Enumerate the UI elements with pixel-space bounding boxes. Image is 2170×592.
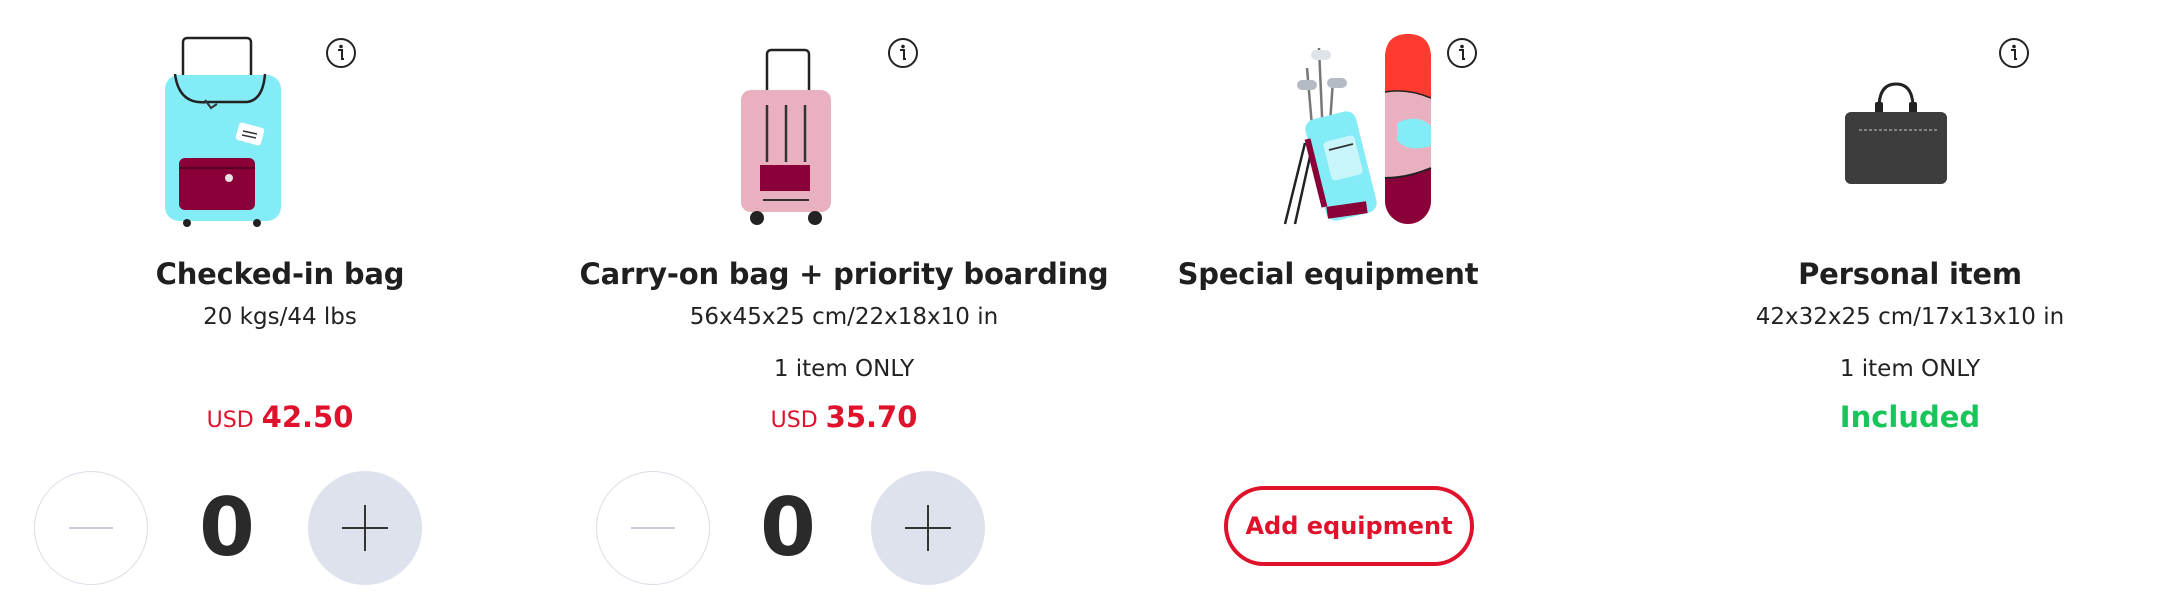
checked-bag-weight: 20 kgs/44 lbs <box>203 304 357 330</box>
personal-item-included-status: Included <box>1839 400 1981 434</box>
carry-on-bag-price: USD 35.70 <box>564 400 1124 434</box>
carry-on-bag-limit: 1 item ONLY <box>773 356 915 382</box>
checked-bag-info-icon[interactable] <box>325 37 357 69</box>
minus-icon <box>69 527 113 529</box>
carry-on-bag-icon <box>741 48 831 225</box>
checked-bag-quantity: 0 <box>199 481 255 574</box>
checked-bag-title: Checked-in bag <box>155 257 405 291</box>
personal-item-title: Personal item <box>1798 257 2022 291</box>
personal-item-dimensions: 42x32x25 cm/17x13x10 in <box>1755 304 2065 330</box>
carry-on-bag-card: Carry-on bag + priority boarding 56x45x2… <box>564 0 1124 592</box>
carry-on-bag-dimensions: 56x45x25 cm/22x18x10 in <box>689 304 999 330</box>
carry-on-bag-price-value: 35.70 <box>825 400 918 434</box>
carry-on-bag-increase-button[interactable] <box>871 471 985 585</box>
carry-on-bag-quantity: 0 <box>760 481 816 574</box>
carry-on-bag-title: Carry-on bag + priority boarding <box>579 257 1109 291</box>
carry-on-bag-info-icon[interactable] <box>887 37 919 69</box>
checked-bag-price-currency: USD <box>206 408 254 433</box>
checked-bag-price: USD 42.50 <box>0 400 560 434</box>
checked-bag-decrease-button[interactable] <box>34 471 148 585</box>
personal-item-icon <box>1845 82 1947 184</box>
personal-item-limit: 1 item ONLY <box>1839 356 1981 382</box>
special-equipment-title: Special equipment <box>1177 257 1479 291</box>
plus-icon <box>905 505 951 551</box>
plus-icon <box>342 505 388 551</box>
personal-item-card: Personal item 42x32x25 cm/17x13x10 in 1 … <box>1620 0 2170 592</box>
carry-on-bag-price-currency: USD <box>770 408 818 433</box>
special-equipment-info-icon[interactable] <box>1446 37 1478 69</box>
checked-bag-icon <box>165 36 281 227</box>
minus-icon <box>631 527 675 529</box>
special-equipment-card: Special equipment Add equipment <box>1068 0 1628 592</box>
checked-bag-card: Checked-in bag 20 kgs/44 lbs USD 42.50 0 <box>0 0 560 592</box>
personal-item-info-icon[interactable] <box>1998 37 2030 69</box>
checked-bag-price-value: 42.50 <box>261 400 354 434</box>
checked-bag-increase-button[interactable] <box>308 471 422 585</box>
carry-on-bag-decrease-button[interactable] <box>596 471 710 585</box>
add-equipment-button[interactable]: Add equipment <box>1224 486 1474 566</box>
special-equipment-icon <box>1283 34 1432 225</box>
